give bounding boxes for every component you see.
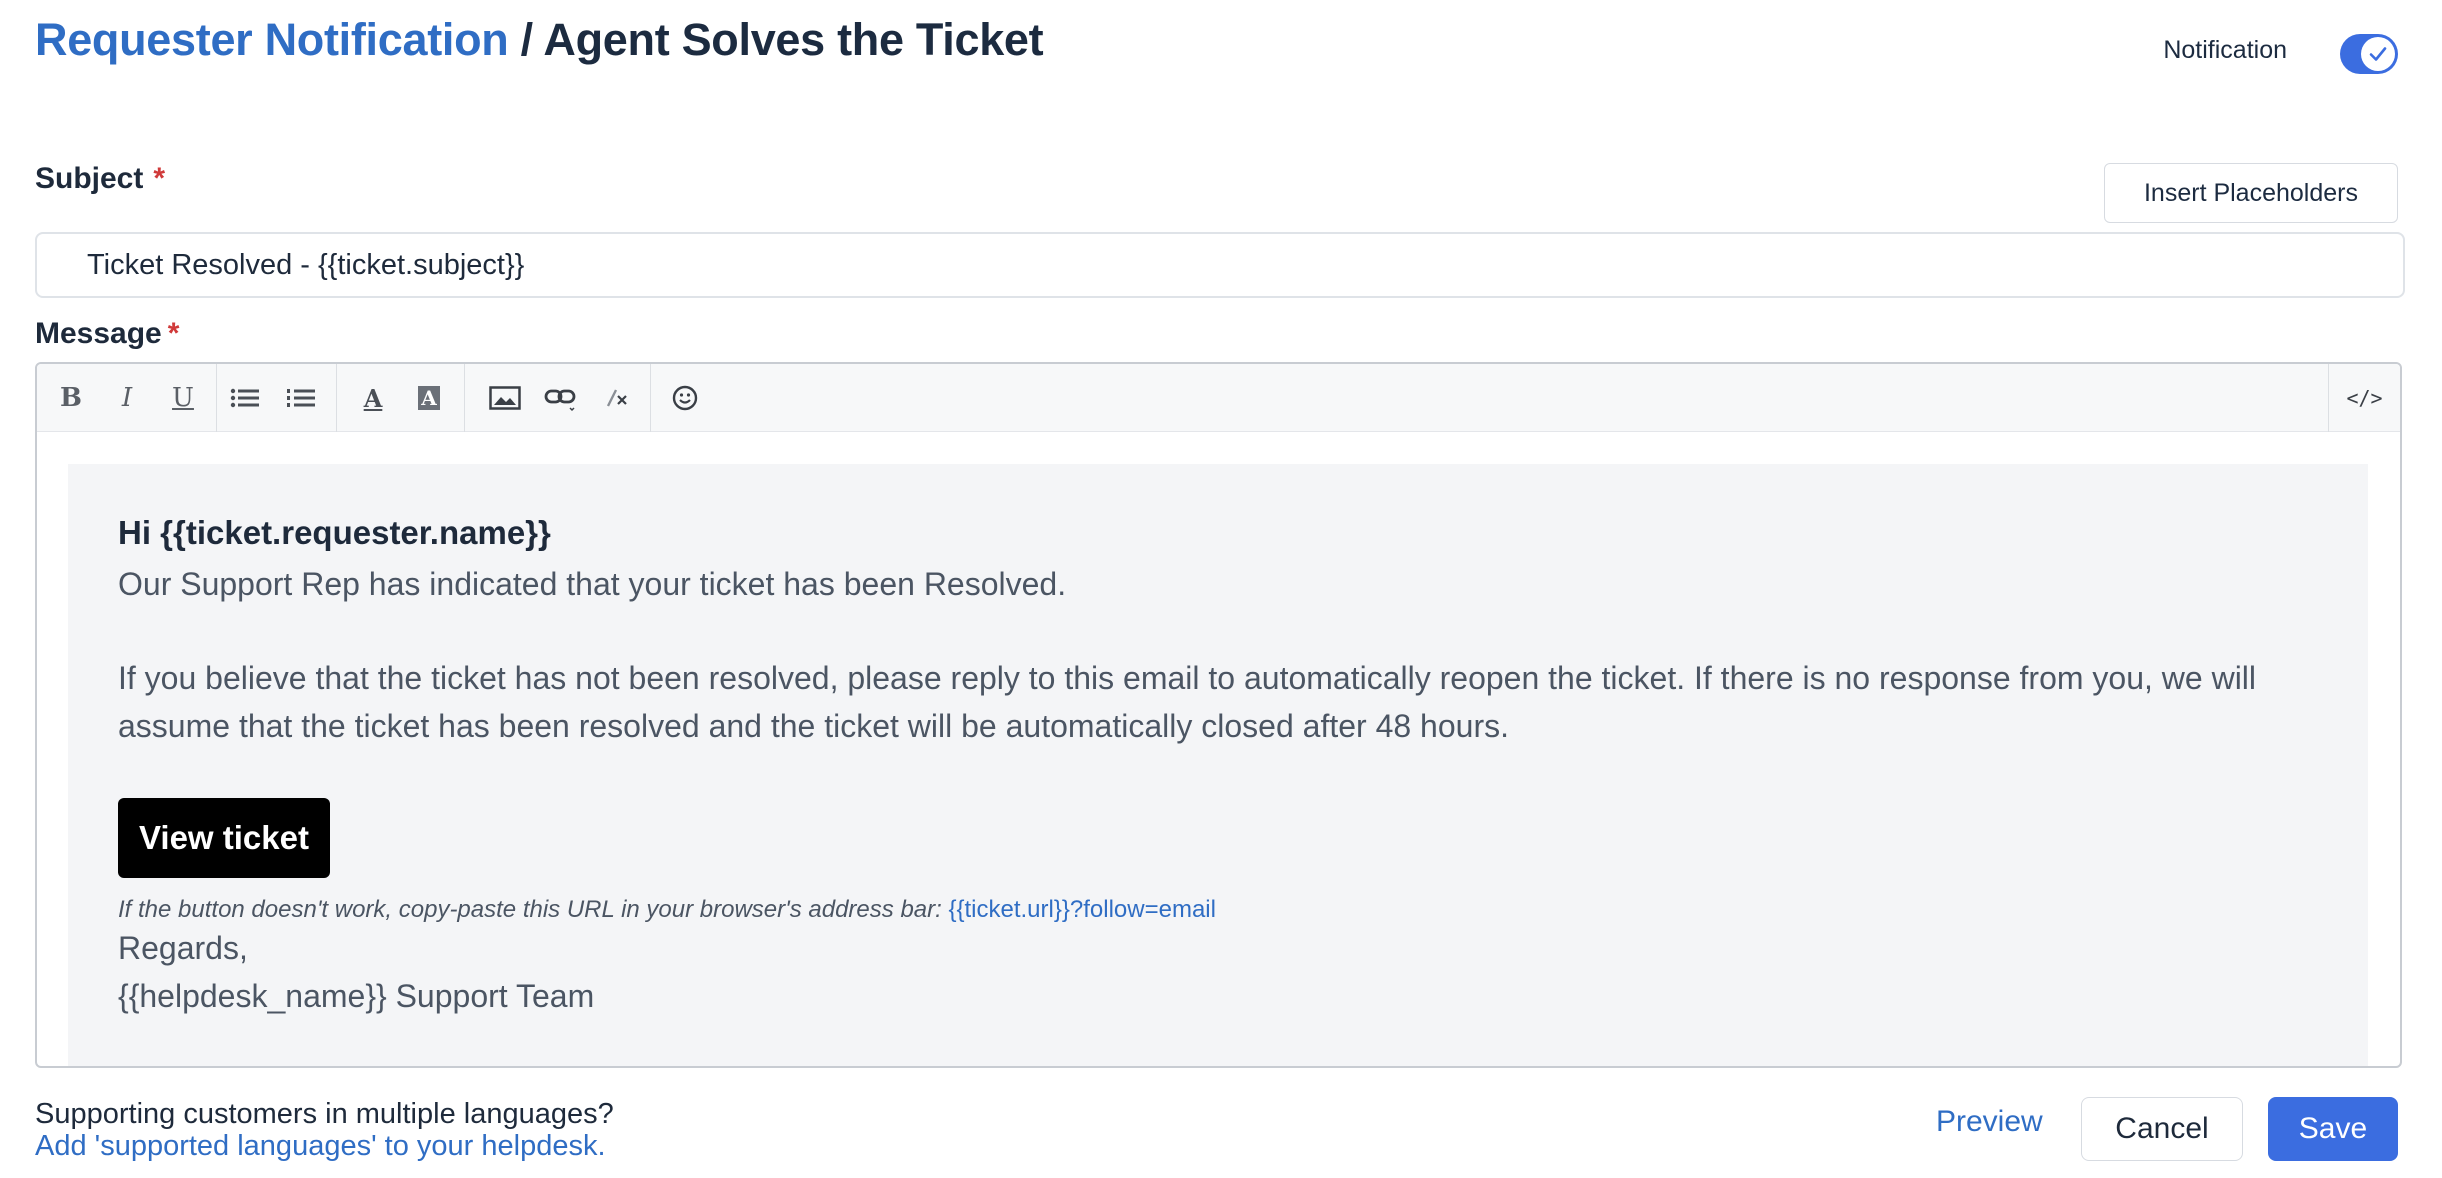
clear-formatting-button[interactable] xyxy=(589,364,645,432)
bullet-list-icon xyxy=(230,388,259,408)
notification-editor-page: Requester Notification / Agent Solves th… xyxy=(0,0,2442,1178)
font-color-button[interactable]: A xyxy=(345,364,401,432)
toggle-knob xyxy=(2361,37,2395,71)
greeting-text: Hi {{ticket.requester.name}} xyxy=(118,514,551,551)
emoji-button[interactable] xyxy=(657,364,713,432)
url-hint: If the button doesn't work, copy-paste t… xyxy=(118,896,1216,924)
subject-label: Subject * xyxy=(35,162,165,196)
notification-toggle[interactable] xyxy=(2340,34,2398,74)
check-icon xyxy=(2369,47,2387,61)
editor-toolbar: B I U A A </> xyxy=(37,364,2400,432)
preview-button[interactable]: Preview xyxy=(1936,1105,2043,1139)
ticket-url-link[interactable]: {{ticket.url}}?follow=email xyxy=(948,896,1216,923)
emoji-icon xyxy=(672,385,698,411)
background-color-icon: A xyxy=(418,386,440,410)
text-style-group: B I U xyxy=(37,364,217,432)
required-mark: * xyxy=(167,317,180,350)
reopen-paragraph: If you believe that the ticket has not b… xyxy=(118,660,2257,744)
background-color-button[interactable]: A xyxy=(401,364,457,432)
numbered-list-button[interactable] xyxy=(273,364,329,432)
subject-input[interactable]: Ticket Resolved - {{ticket.subject}} xyxy=(35,232,2405,298)
regards-text: Regards, xyxy=(118,930,248,966)
supported-languages-link[interactable]: Add 'supported languages' to your helpde… xyxy=(35,1130,606,1163)
bold-button[interactable]: B xyxy=(43,364,99,432)
media-group xyxy=(465,364,651,432)
color-group: A A xyxy=(337,364,465,432)
underline-icon: U xyxy=(172,383,194,413)
image-icon xyxy=(489,386,521,410)
breadcrumb-separator: / xyxy=(508,14,544,65)
underline-button[interactable]: U xyxy=(155,364,211,432)
languages-question: Supporting customers in multiple languag… xyxy=(35,1098,614,1130)
breadcrumb-requester-notification[interactable]: Requester Notification xyxy=(35,14,509,65)
message-editor: B I U A A </> Hi {{ticket.requester.name… xyxy=(35,362,2402,1068)
source-code-button[interactable]: </> xyxy=(2328,364,2400,432)
insert-image-button[interactable] xyxy=(477,364,533,432)
insert-placeholders-button[interactable]: Insert Placeholders xyxy=(2104,163,2398,223)
italic-button[interactable]: I xyxy=(99,364,155,432)
notification-label: Notification xyxy=(2163,36,2287,64)
clear-formatting-icon xyxy=(606,389,627,407)
save-button[interactable]: Save xyxy=(2268,1097,2398,1161)
view-ticket-button[interactable]: View ticket xyxy=(118,798,330,878)
email-body[interactable]: Hi {{ticket.requester.name}} Our Support… xyxy=(68,464,2368,1066)
message-label: Message * xyxy=(35,317,179,351)
page-title-text: Agent Solves the Ticket xyxy=(543,14,1044,65)
signature-text: {{helpdesk_name}} Support Team xyxy=(118,978,595,1014)
resolved-line: Our Support Rep has indicated that your … xyxy=(118,566,1067,602)
url-hint-text: If the button doesn't work, copy-paste t… xyxy=(118,896,949,923)
italic-icon: I xyxy=(121,383,133,413)
numbered-list-icon xyxy=(287,389,315,407)
message-label-text: Message xyxy=(35,317,162,350)
page-title: Requester Notification / Agent Solves th… xyxy=(35,14,1044,66)
bullet-list-button[interactable] xyxy=(217,364,273,432)
required-mark: * xyxy=(153,162,166,195)
list-group xyxy=(217,364,337,432)
insert-link-button[interactable] xyxy=(533,364,589,432)
subject-label-text: Subject xyxy=(35,162,144,195)
emoji-group xyxy=(651,364,721,432)
cancel-button[interactable]: Cancel xyxy=(2081,1097,2243,1161)
link-icon xyxy=(544,389,576,412)
bold-icon: B xyxy=(60,383,82,413)
font-color-icon: A xyxy=(363,383,383,413)
